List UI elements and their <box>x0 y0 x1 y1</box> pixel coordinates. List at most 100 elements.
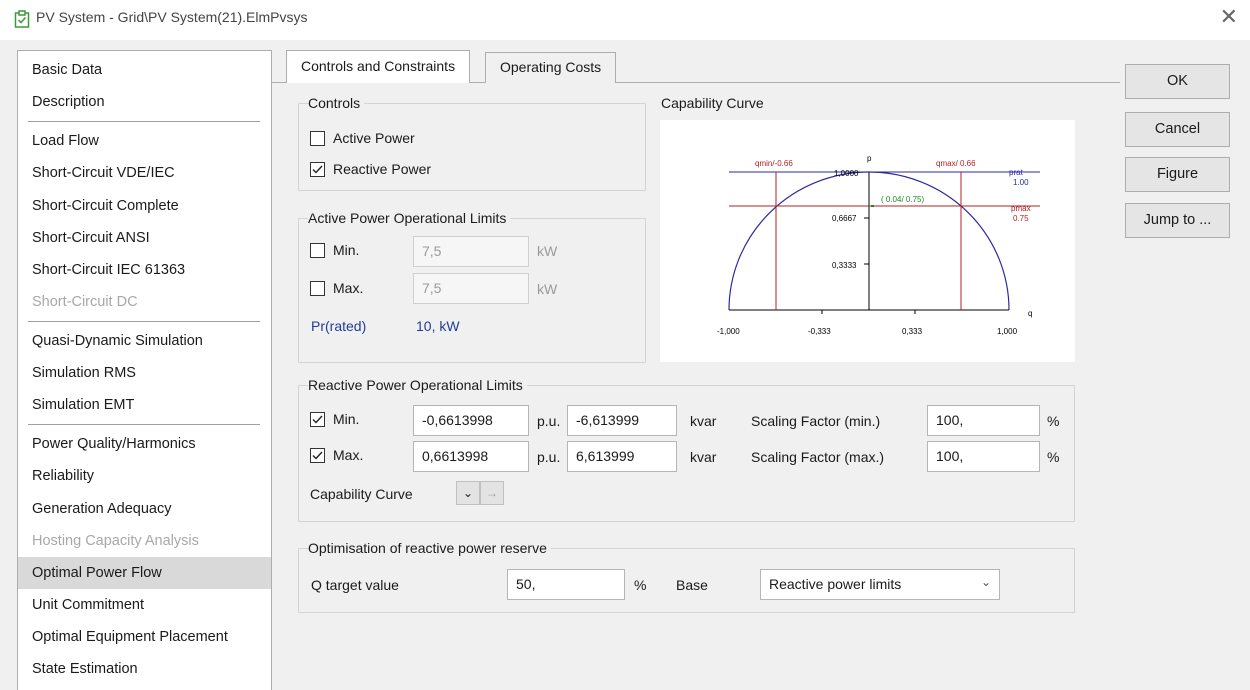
active-min-label: Min. <box>333 242 360 258</box>
sidebar-item-optimal-equipment-placement[interactable]: Optimal Equipment Placement <box>32 629 228 645</box>
rated-power-value: 10, kW <box>416 318 460 334</box>
reactive-max-pu-unit: p.u. <box>537 449 561 465</box>
scaling-factor-min-unit: % <box>1047 413 1060 429</box>
sidebar-item-short-circuit-ansi[interactable]: Short-Circuit ANSI <box>32 230 150 246</box>
scaling-factor-min-label: Scaling Factor (min.) <box>751 413 881 429</box>
tab-controls-and-constraints[interactable]: Controls and Constraints <box>286 50 471 83</box>
sidebar-item-unit-commitment[interactable]: Unit Commitment <box>32 597 144 613</box>
reactive-max-pu-input[interactable]: 0,6613998 <box>413 441 529 472</box>
active-max-input[interactable]: 7,5 <box>413 273 529 304</box>
operating-point-label: ( 0.04/ 0.75) <box>881 195 924 204</box>
sidebar-item-short-circuit-complete[interactable]: Short-Circuit Complete <box>32 198 179 214</box>
sidebar-item-quasi-dynamic-simulation[interactable]: Quasi-Dynamic Simulation <box>32 333 203 349</box>
cancel-button[interactable]: Cancel <box>1125 112 1230 147</box>
capability-curve-chart: p q qmin/-0.66 qmax/ 0.66 prat 1.00 pmax… <box>660 120 1075 362</box>
base-select-value: Reactive power limits <box>769 576 902 592</box>
capability-curve-title: Capability Curve <box>661 95 764 111</box>
active-max-unit: kW <box>537 281 558 297</box>
title-bar: PV System - Grid\PV System(21).ElmPvsys … <box>0 0 1250 40</box>
sidebar-item-generation-adequacy[interactable]: Generation Adequacy <box>32 501 171 517</box>
qmin-label: qmin/-0.66 <box>755 159 793 168</box>
x-tick-0333: 0,333 <box>902 327 923 336</box>
check-icon <box>312 415 323 424</box>
sidebar-item-description[interactable]: Description <box>32 94 105 110</box>
active-min-checkbox[interactable] <box>310 243 325 258</box>
sidebar-item-short-circuit-iec-61363[interactable]: Short-Circuit IEC 61363 <box>32 262 185 278</box>
arrow-right-icon[interactable]: → <box>480 481 504 505</box>
optimisation-group-label: Optimisation of reactive power reserve <box>308 540 551 556</box>
sidebar-item-simulation-rms[interactable]: Simulation RMS <box>32 365 136 381</box>
q-target-unit: % <box>634 577 647 593</box>
x-tick-neg1: -1,000 <box>717 327 740 336</box>
sidebar-item-state-estimation[interactable]: State Estimation <box>32 661 138 677</box>
reactive-min-pu-unit: p.u. <box>537 413 561 429</box>
pmax-label: pmax <box>1011 204 1031 213</box>
base-select[interactable]: Reactive power limits ⌄ <box>760 569 1000 600</box>
reactive-min-kvar-input[interactable]: -6,613999 <box>567 405 677 436</box>
capability-curve-select-label: Capability Curve <box>310 486 413 502</box>
reactive-min-label: Min. <box>333 411 360 427</box>
reactive-max-checkbox[interactable] <box>310 448 325 463</box>
sidebar-divider <box>28 424 260 425</box>
ok-button[interactable]: OK <box>1125 64 1230 99</box>
figure-button[interactable]: Figure <box>1125 157 1230 192</box>
reactive-max-kvar-input[interactable]: 6,613999 <box>567 441 677 472</box>
x-tick-1: 1,000 <box>997 327 1018 336</box>
qmax-label: qmax/ 0.66 <box>936 159 976 168</box>
close-icon[interactable]: ✕ <box>1220 6 1238 28</box>
y-tick-0667: 0,6667 <box>832 214 857 223</box>
q-axis-label: q <box>1028 309 1032 318</box>
rated-power-label: Pr(rated) <box>311 318 367 334</box>
y-tick-1: 1,0000 <box>834 169 859 178</box>
check-icon <box>312 451 323 460</box>
prat-value: 1.00 <box>1013 178 1029 187</box>
sidebar-item-short-circuit-vde-iec[interactable]: Short-Circuit VDE/IEC <box>32 165 175 181</box>
reactive-power-label: Reactive Power <box>333 161 432 177</box>
reactive-max-label: Max. <box>333 447 364 463</box>
scaling-factor-max-label: Scaling Factor (max.) <box>751 449 885 465</box>
reactive-min-kvar-unit: kvar <box>690 413 717 429</box>
y-tick-0333: 0,3333 <box>832 261 857 270</box>
sidebar-item-simulation-emt[interactable]: Simulation EMT <box>32 397 134 413</box>
active-min-unit: kW <box>537 243 558 259</box>
sidebar-item-short-circuit-dc: Short-Circuit DC <box>32 294 138 310</box>
clipboard-icon <box>14 10 30 28</box>
scaling-factor-max-input[interactable]: 100, <box>927 441 1040 472</box>
scaling-factor-min-input[interactable]: 100, <box>927 405 1040 436</box>
active-power-label: Active Power <box>333 130 415 146</box>
sidebar-item-basic-data[interactable]: Basic Data <box>32 62 102 78</box>
sidebar-item-hosting-capacity: Hosting Capacity Analysis <box>32 533 199 549</box>
q-target-label: Q target value <box>311 577 399 593</box>
jump-to-button[interactable]: Jump to ... <box>1125 203 1230 238</box>
sidebar: Basic Data Description Load Flow Short-C… <box>17 50 272 690</box>
active-limits-group-label: Active Power Operational Limits <box>308 210 511 226</box>
window-title: PV System - Grid\PV System(21).ElmPvsys <box>36 9 308 25</box>
sidebar-item-reliability[interactable]: Reliability <box>32 468 94 484</box>
active-max-label: Max. <box>333 280 364 296</box>
sidebar-item-optimal-power-flow[interactable]: Optimal Power Flow <box>32 565 162 581</box>
reactive-min-pu-input[interactable]: -0,6613998 <box>413 405 529 436</box>
active-max-checkbox[interactable] <box>310 281 325 296</box>
pmax-value: 0.75 <box>1013 214 1029 223</box>
operating-point-marker <box>871 205 874 207</box>
reactive-max-kvar-unit: kvar <box>690 449 717 465</box>
prat-label: prat <box>1009 168 1024 177</box>
active-power-checkbox[interactable] <box>310 131 325 146</box>
controls-group-label: Controls <box>308 95 365 111</box>
scaling-factor-max-unit: % <box>1047 449 1060 465</box>
controls-group <box>298 103 646 191</box>
sidebar-item-load-flow[interactable]: Load Flow <box>32 133 99 149</box>
chevron-down-icon[interactable]: ⌄ <box>456 481 480 505</box>
chevron-down-icon: ⌄ <box>980 575 991 589</box>
reactive-min-checkbox[interactable] <box>310 412 325 427</box>
active-min-input[interactable]: 7,5 <box>413 236 529 267</box>
reactive-power-checkbox[interactable] <box>310 162 325 177</box>
sidebar-item-power-quality[interactable]: Power Quality/Harmonics <box>32 436 196 452</box>
sidebar-divider <box>28 121 260 122</box>
x-tick-neg0333: -0,333 <box>808 327 831 336</box>
p-axis-label: p <box>867 154 872 163</box>
base-label: Base <box>676 577 708 593</box>
check-icon <box>312 165 323 174</box>
q-target-input[interactable]: 50, <box>507 569 625 600</box>
tab-operating-costs[interactable]: Operating Costs <box>485 52 617 83</box>
